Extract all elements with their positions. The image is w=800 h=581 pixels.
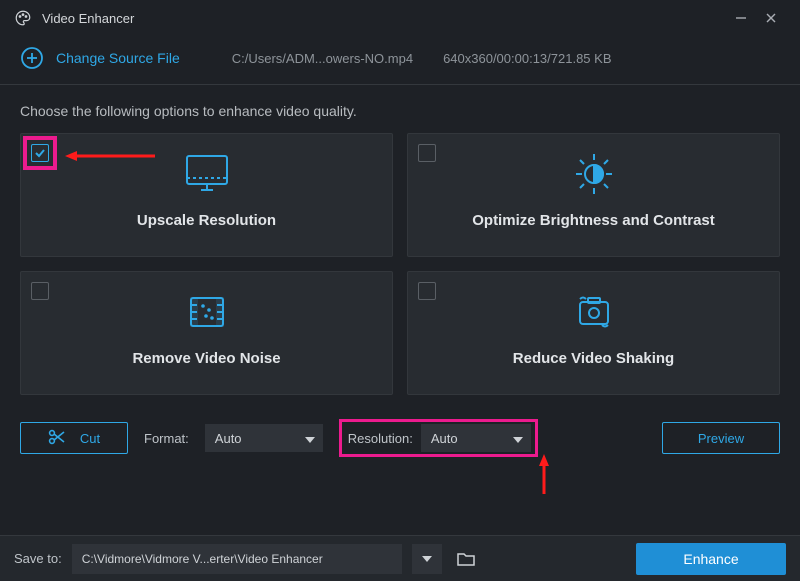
minimize-button[interactable]	[726, 4, 756, 32]
chevron-down-icon	[513, 431, 523, 446]
add-source-icon[interactable]	[20, 46, 44, 70]
checkbox-brightness[interactable]	[418, 144, 436, 162]
cut-button[interactable]: Cut	[20, 422, 128, 454]
resolution-group: Resolution: Auto	[339, 419, 538, 457]
instruction-text: Choose the following options to enhance …	[0, 85, 800, 133]
resolution-value: Auto	[431, 431, 458, 446]
save-path-input[interactable]: C:\Vidmore\Vidmore V...erter\Video Enhan…	[72, 544, 402, 574]
checkbox-noise[interactable]	[31, 282, 49, 300]
camera-shake-icon	[566, 288, 622, 336]
titlebar: Video Enhancer	[0, 0, 800, 36]
card-label: Reduce Video Shaking	[513, 350, 674, 367]
card-brightness-contrast[interactable]: Optimize Brightness and Contrast	[407, 133, 780, 257]
close-button[interactable]	[756, 4, 786, 32]
palette-icon	[14, 9, 32, 27]
scissors-icon	[48, 429, 66, 448]
change-source-link[interactable]: Change Source File	[56, 50, 180, 66]
monitor-icon	[179, 150, 235, 198]
checkbox-upscale[interactable]	[31, 144, 49, 162]
enhance-button[interactable]: Enhance	[636, 543, 786, 575]
card-remove-noise[interactable]: Remove Video Noise	[20, 271, 393, 395]
annotation-arrow-icon	[65, 148, 155, 158]
cut-label: Cut	[80, 431, 100, 446]
card-label: Optimize Brightness and Contrast	[472, 212, 715, 229]
save-to-label: Save to:	[14, 551, 62, 566]
card-reduce-shaking[interactable]: Reduce Video Shaking	[407, 271, 780, 395]
card-upscale-resolution[interactable]: Upscale Resolution	[20, 133, 393, 257]
checkbox-shaking[interactable]	[418, 282, 436, 300]
save-path-dropdown[interactable]	[412, 544, 442, 574]
browse-folder-button[interactable]	[452, 545, 480, 573]
source-bar: Change Source File C:/Users/ADM...owers-…	[0, 36, 800, 85]
card-label: Remove Video Noise	[132, 350, 280, 367]
preview-label: Preview	[698, 431, 744, 446]
format-value: Auto	[215, 431, 242, 446]
source-file-path: C:/Users/ADM...owers-NO.mp4	[232, 51, 413, 66]
footer: Save to: C:\Vidmore\Vidmore V...erter\Vi…	[0, 535, 800, 581]
format-select[interactable]: Auto	[205, 424, 323, 452]
annotation-arrow-icon	[539, 454, 549, 494]
save-path-text: C:\Vidmore\Vidmore V...erter\Video Enhan…	[82, 552, 323, 566]
preview-button[interactable]: Preview	[662, 422, 780, 454]
window-title: Video Enhancer	[42, 11, 134, 26]
options-grid: Upscale Resolution Optimize Brightness a…	[0, 133, 800, 395]
resolution-select[interactable]: Auto	[421, 424, 531, 452]
controls-row: Cut Format: Auto Resolution: Auto Previe…	[0, 395, 800, 457]
resolution-label: Resolution:	[348, 431, 413, 446]
chevron-down-icon	[305, 431, 315, 446]
film-noise-icon	[179, 288, 235, 336]
enhance-label: Enhance	[683, 551, 738, 567]
format-label: Format:	[144, 431, 189, 446]
card-label: Upscale Resolution	[137, 212, 276, 229]
brightness-icon	[566, 150, 622, 198]
source-file-meta: 640x360/00:00:13/721.85 KB	[443, 51, 611, 66]
